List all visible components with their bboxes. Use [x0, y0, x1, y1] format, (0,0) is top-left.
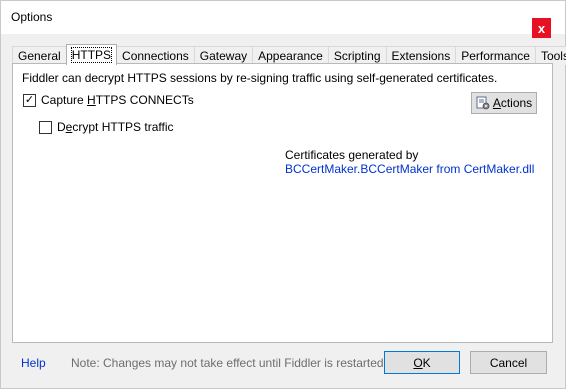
actions-button[interactable]: Actions [471, 92, 537, 114]
ok-button[interactable]: OK [384, 351, 460, 374]
decrypt-https-checkbox[interactable] [39, 120, 52, 134]
restart-note: Note: Changes may not take effect until … [71, 356, 387, 370]
decrypt-https-label: Decrypt HTTPS traffic [57, 120, 174, 134]
tab-strip: General HTTPS Connections Gateway Appear… [12, 44, 566, 65]
capture-https-connects-option[interactable]: ✓ Capture HTTPS CONNECTs [23, 93, 194, 107]
cert-generated-by-text: Certificates generated by [285, 148, 419, 162]
capture-https-checkbox[interactable]: ✓ [23, 93, 36, 107]
title-bar: Options x [1, 1, 565, 38]
close-button[interactable]: x [532, 18, 551, 38]
certificate-gear-icon [476, 96, 490, 110]
cert-maker-link[interactable]: BCCertMaker.BCCertMaker from CertMaker.d… [285, 162, 534, 176]
help-link[interactable]: Help [21, 356, 46, 370]
close-icon: x [537, 20, 546, 36]
options-window: Options x General HTTPS Connections Gate… [0, 0, 566, 389]
certificate-info: Certificates generated by BCCertMaker.BC… [285, 148, 534, 176]
https-intro-text: Fiddler can decrypt HTTPS sessions by re… [22, 71, 498, 85]
actions-label: Actions [492, 96, 533, 110]
https-tab-panel: Fiddler can decrypt HTTPS sessions by re… [12, 63, 553, 343]
decrypt-https-traffic-option[interactable]: Decrypt HTTPS traffic [39, 120, 174, 134]
window-title: Options [11, 10, 53, 24]
tab-https[interactable]: HTTPS [65, 44, 118, 65]
cancel-button[interactable]: Cancel [470, 351, 547, 374]
capture-https-label: Capture HTTPS CONNECTs [41, 93, 194, 107]
